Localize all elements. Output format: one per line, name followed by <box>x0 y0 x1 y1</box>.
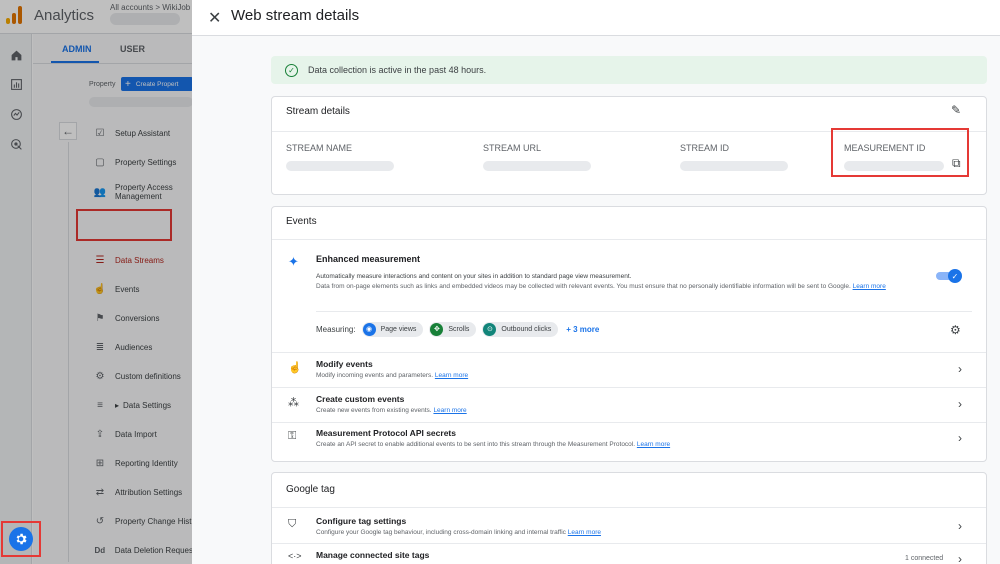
row-title: Measurement Protocol API secrets <box>316 428 456 438</box>
enhanced-measurement-desc: Automatically measure interactions and c… <box>316 273 632 280</box>
code-icon: <·> <box>288 551 302 561</box>
modal-scrim[interactable] <box>0 0 192 564</box>
row-desc-text: Configure your Google tag behaviour, inc… <box>316 529 566 536</box>
stream-id-label: STREAM ID <box>680 143 730 153</box>
check-icon: ✓ <box>948 269 962 283</box>
stream-name-value <box>286 161 394 171</box>
chevron-right-icon: › <box>958 362 962 376</box>
chevron-right-icon: › <box>958 397 962 411</box>
tag-icon: ⛉ <box>288 518 297 530</box>
google-tag-title: Google tag <box>286 484 335 495</box>
events-card: Events ✦ Enhanced measurement Automatica… <box>271 206 987 462</box>
row-title: Create custom events <box>316 394 405 404</box>
measuring-row: Measuring: ◉ Page views ✥ Scrolls ⊙ Outboun… <box>316 321 599 337</box>
divider <box>272 239 986 240</box>
chip-label: Outbound clicks <box>501 325 552 333</box>
status-banner-text: Data collection is active in the past 48… <box>308 65 487 75</box>
stream-details-card: Stream details ✎ STREAM NAME STREAM URL … <box>271 96 987 195</box>
google-tag-card: Google tag ⛉ Configure tag settings Conf… <box>271 472 987 564</box>
chip-page-views[interactable]: ◉ Page views <box>361 321 424 337</box>
chip-label: Page views <box>380 325 417 333</box>
row-desc-text: Modify incoming events and parameters. <box>316 372 434 379</box>
enhanced-measurement-title: Enhanced measurement <box>316 254 421 264</box>
drawer-body: ✓ Data collection is active in the past … <box>192 36 1000 564</box>
chevron-right-icon: › <box>958 552 962 564</box>
row-desc: Modify incoming events and parameters. L… <box>316 372 468 379</box>
stream-name-label: STREAM NAME <box>286 143 353 153</box>
learn-more-link[interactable]: Learn more <box>637 441 670 448</box>
scroll-icon: ✥ <box>430 322 444 336</box>
row-desc: Create new events from existing events. … <box>316 407 467 414</box>
row-desc-text: Create an API secret to enable additiona… <box>316 441 636 448</box>
divider <box>272 507 986 508</box>
gear-icon[interactable]: ⚙ <box>950 323 961 337</box>
drawer-title: Web stream details <box>231 7 360 24</box>
measuring-label: Measuring: <box>316 324 356 334</box>
measurement-id-highlight <box>831 128 969 177</box>
enhanced-measurement-note-text: Data from on-page elements such as links… <box>316 283 851 290</box>
row-title: Configure tag settings <box>316 516 407 526</box>
row-title: Manage connected site tags <box>316 550 430 560</box>
touch-icon: ☝ <box>288 362 302 374</box>
stream-url-value <box>483 161 591 171</box>
connected-count: 1 connected <box>905 555 944 562</box>
row-title: Modify events <box>316 359 373 369</box>
admin-gear-highlight <box>1 521 41 557</box>
key-icon: ⚿ <box>288 430 297 442</box>
enhanced-measurement-toggle[interactable]: ✓ <box>936 269 962 283</box>
chip-outbound-clicks[interactable]: ⊙ Outbound clicks <box>482 321 559 337</box>
stream-url-label: STREAM URL <box>483 143 542 153</box>
edit-pencil-icon[interactable]: ✎ <box>951 103 961 117</box>
divider <box>272 352 986 353</box>
close-icon[interactable]: ✕ <box>208 8 221 28</box>
learn-more-link[interactable]: Learn more <box>435 372 468 379</box>
divider <box>316 311 972 312</box>
settings-gear-icon[interactable] <box>9 527 33 551</box>
divider <box>272 422 986 423</box>
enhanced-measurement-note: Data from on-page elements such as links… <box>316 282 936 291</box>
events-title: Events <box>286 216 317 227</box>
row-desc: Configure your Google tag behaviour, inc… <box>316 529 601 536</box>
chip-scrolls[interactable]: ✥ Scrolls <box>429 321 477 337</box>
sparkle-click-icon: ⁂ <box>288 397 299 409</box>
chip-label: Scrolls <box>448 325 470 333</box>
drawer-header: ✕ Web stream details <box>192 0 1000 36</box>
row-desc-text: Create new events from existing events. <box>316 407 432 414</box>
divider <box>272 543 986 544</box>
learn-more-link[interactable]: Learn more <box>568 529 601 536</box>
divider <box>272 387 986 388</box>
more-measurements-link[interactable]: + 3 more <box>566 325 599 334</box>
stream-details-title: Stream details <box>286 106 350 117</box>
stream-id-value <box>680 161 788 171</box>
chevron-right-icon: › <box>958 519 962 533</box>
status-banner: ✓ Data collection is active in the past … <box>271 56 987 84</box>
app-root: Analytics All accounts > WikiJob ADMIN U… <box>0 0 1000 564</box>
eye-icon: ◉ <box>362 322 376 336</box>
learn-more-link[interactable]: Learn more <box>853 283 886 290</box>
chevron-right-icon: › <box>958 431 962 445</box>
sparkle-icon: ✦ <box>288 254 299 269</box>
check-circle-icon: ✓ <box>285 63 298 77</box>
row-desc: Create an API secret to enable additiona… <box>316 441 670 448</box>
learn-more-link[interactable]: Learn more <box>433 407 466 414</box>
click-icon: ⊙ <box>483 322 497 336</box>
web-stream-details-drawer: ✕ Web stream details ✓ Data collection i… <box>192 0 1000 564</box>
